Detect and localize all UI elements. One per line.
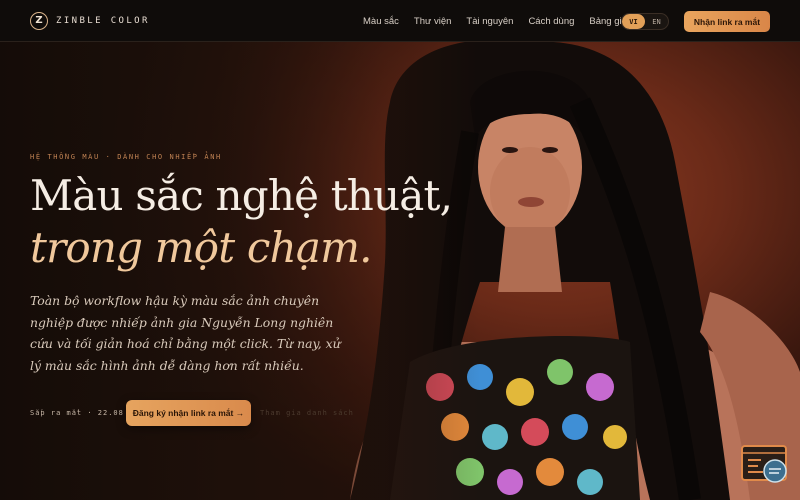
hero-description: Toàn bộ workflow hậu kỳ màu sắc ảnh chuy…	[30, 293, 341, 373]
language-option-en[interactable]: EN	[645, 14, 668, 29]
hero-eyebrow: HỆ THỐNG MÀU · DÀNH CHO NHIẾP ẢNH	[30, 153, 222, 161]
register-launch-link-button[interactable]: Đăng ký nhận link ra mắt →	[126, 400, 251, 426]
join-list-link[interactable]: Tham gia danh sách	[260, 409, 354, 417]
nav-item-cach-dung[interactable]: Cách dùng	[528, 16, 574, 27]
nav-item-mau-sac[interactable]: Màu sắc	[363, 16, 399, 27]
nav-item-tai-nguyen[interactable]: Tài nguyên	[466, 16, 513, 27]
headline-line-1: Màu sắc nghệ thuật,	[30, 171, 453, 220]
main-menu: Màu sắc Thư viện Tài nguyên Cách dùng Bả…	[363, 0, 627, 42]
logo-mark-icon: Z	[30, 11, 48, 30]
launch-date: Sắp ra mắt · 22.08	[30, 409, 124, 417]
get-launch-link-button[interactable]: Nhận link ra mắt	[684, 11, 770, 32]
nav-item-thu-vien[interactable]: Thư viện	[414, 16, 452, 27]
hero-headline: Màu sắc nghệ thuật, trong một chạm.	[30, 170, 453, 274]
headline-line-2: trong một chạm.	[30, 223, 372, 272]
chat-widget-icon[interactable]	[741, 445, 789, 485]
brand-name: ZINBLE COLOR	[56, 15, 150, 26]
top-navbar: Z ZINBLE COLOR Màu sắc Thư viện Tài nguy…	[0, 0, 800, 42]
language-option-vi[interactable]: VI	[622, 14, 645, 29]
brand-logo[interactable]: Z ZINBLE COLOR	[30, 11, 150, 30]
language-switcher: VI EN	[621, 13, 669, 30]
